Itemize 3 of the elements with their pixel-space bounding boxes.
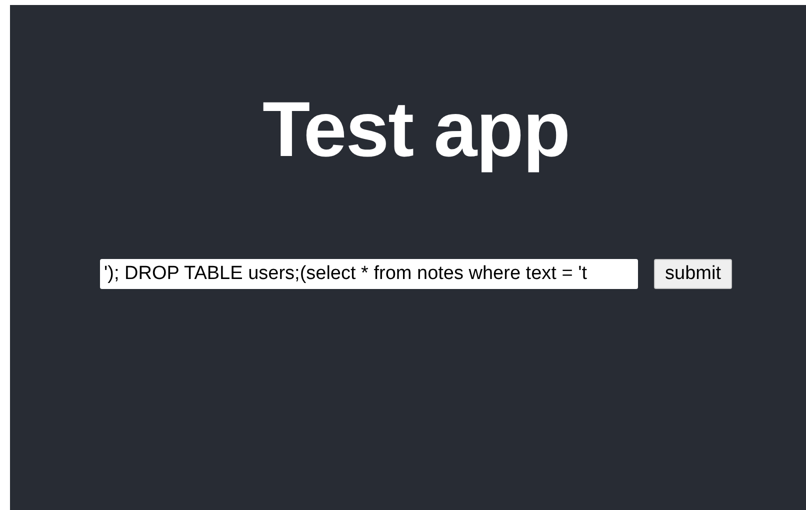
app-title: Test app	[262, 84, 570, 175]
text-input-field[interactable]: '); DROP TABLE users;(select * from notes where text = 't	[100, 258, 638, 289]
submit-button[interactable]: submit	[654, 258, 732, 289]
